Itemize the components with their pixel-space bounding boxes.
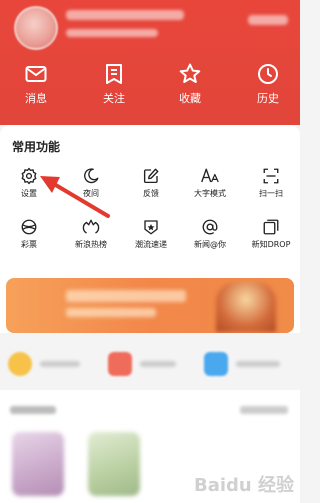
function-label: 夜间 (83, 189, 99, 198)
function-large-font[interactable]: 大字模式 (182, 167, 238, 199)
thumbnail-2[interactable] (88, 432, 140, 496)
shortcut-label-blurred (140, 361, 176, 367)
star-icon (179, 63, 201, 83)
lottery-icon (21, 219, 37, 235)
quick-action-label: 关注 (103, 92, 125, 105)
banner-character-image (216, 282, 276, 332)
function-label: 新知DROP (251, 240, 291, 249)
section-title: 常用功能 (12, 140, 61, 154)
thumbnail-1[interactable] (12, 432, 64, 496)
quick-action-messages[interactable]: 消息 (6, 62, 66, 106)
quick-action-favorites[interactable]: 收藏 (160, 62, 220, 106)
section-title-blurred (10, 406, 56, 414)
function-label: 新浪热榜 (75, 240, 107, 249)
watermark: Baidu 经验 (193, 475, 294, 496)
username-blurred[interactable] (66, 10, 184, 20)
promo-banner[interactable] (6, 278, 294, 333)
function-hot-list[interactable]: 新浪热榜 (63, 218, 119, 250)
banner-text-blurred (66, 290, 186, 302)
function-drop[interactable]: 新知DROP (243, 218, 299, 250)
shortcut-3[interactable] (204, 345, 280, 383)
function-trend[interactable]: 潮流速递 (123, 218, 179, 250)
shortcut-label-blurred (40, 361, 80, 367)
shortcut-icon-blurred (8, 352, 32, 376)
scan-icon (263, 168, 279, 184)
function-settings[interactable]: 设置 (1, 167, 57, 199)
copy-icon (263, 219, 279, 235)
quick-action-label: 收藏 (179, 92, 201, 105)
function-lottery[interactable]: 彩票 (1, 218, 57, 250)
profile-link-blurred[interactable] (248, 15, 288, 25)
quick-action-history[interactable]: 历史 (238, 62, 298, 106)
clock-icon (258, 64, 278, 84)
function-label: 设置 (21, 189, 37, 198)
shortcut-label-blurred (236, 361, 280, 367)
hot-list-icon (82, 219, 100, 234)
function-label: 反馈 (143, 189, 159, 198)
quick-action-label: 消息 (25, 92, 47, 105)
function-label: 扫一扫 (259, 189, 283, 198)
gear-icon (21, 167, 37, 185)
user-info-blurred[interactable] (66, 29, 158, 37)
shortcut-icon-blurred (204, 352, 228, 376)
profile-header: 消息 关注 收藏 历史 (0, 0, 300, 125)
font-size-icon (201, 168, 219, 183)
bookmark-list-icon (106, 64, 122, 84)
avatar[interactable] (14, 6, 58, 50)
function-night-mode[interactable]: 夜间 (63, 167, 119, 199)
function-label: 潮流速递 (135, 240, 167, 249)
function-scan[interactable]: 扫一扫 (243, 167, 299, 199)
function-label: 大字模式 (194, 189, 226, 198)
shortcut-1[interactable] (8, 345, 80, 383)
function-label: 彩票 (21, 240, 37, 249)
shortcut-2[interactable] (108, 345, 176, 383)
moon-icon (84, 168, 99, 184)
function-label: 新闻@你 (194, 240, 226, 249)
edit-icon (143, 168, 159, 184)
banner-subtext-blurred (66, 308, 156, 317)
trend-icon (144, 220, 158, 235)
mail-icon (25, 66, 47, 82)
shortcut-icon-blurred (108, 352, 132, 376)
quick-action-label: 历史 (257, 92, 279, 105)
section-more-blurred[interactable] (240, 406, 288, 414)
quick-action-following[interactable]: 关注 (84, 62, 144, 106)
at-icon (202, 219, 218, 235)
function-feedback[interactable]: 反馈 (123, 167, 179, 199)
function-news-at[interactable]: 新闻@你 (182, 218, 238, 250)
